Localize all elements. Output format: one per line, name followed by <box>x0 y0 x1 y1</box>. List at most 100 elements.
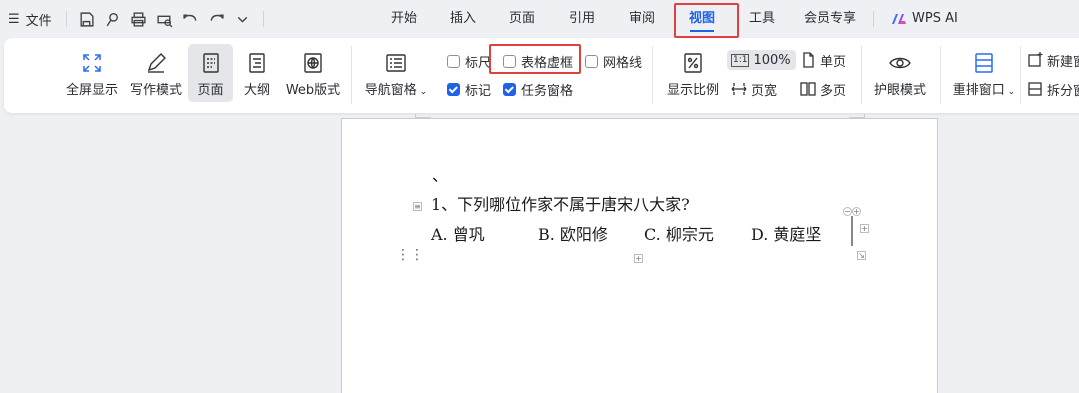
gridlines-checkbox-box <box>585 54 598 68</box>
zoom-100-label: 100% <box>753 52 791 68</box>
page-width-button[interactable]: 页宽 <box>731 79 777 99</box>
outline-button[interactable]: 大纲 <box>238 44 276 102</box>
tab-tools[interactable]: 工具 <box>749 10 775 28</box>
divider <box>652 46 653 104</box>
table-resize-icon[interactable]: ↘ <box>857 251 866 260</box>
one-to-one-icon: 1:1 <box>731 53 750 67</box>
outline-icon <box>245 50 269 76</box>
file-menu[interactable]: ☰ 文件 <box>8 9 52 29</box>
page-corner-mark <box>415 114 431 118</box>
multi-page-icon <box>800 82 816 96</box>
chevron-down-icon[interactable] <box>232 9 252 29</box>
question-text: 1、下列哪位作家不属于唐宋八大家? <box>431 195 690 214</box>
page-width-label: 页宽 <box>751 83 778 99</box>
new-window-button[interactable]: 新建窗 <box>1027 50 1079 70</box>
zoom-label: 显示比例 <box>666 83 719 98</box>
nav-pane-icon <box>384 50 408 76</box>
file-menu-label: 文件 <box>25 13 52 29</box>
page-view-button[interactable]: 页面 <box>188 44 233 102</box>
new-window-label: 新建窗 <box>1047 54 1079 70</box>
tab-home[interactable]: 开始 <box>391 10 417 28</box>
redo-icon[interactable] <box>206 9 226 29</box>
eye-icon <box>888 50 912 76</box>
ruler-checkbox[interactable]: 标尺 <box>447 52 492 71</box>
wps-ai-label: WPS AI <box>912 11 958 26</box>
multi-page-label: 多页 <box>820 83 847 99</box>
multi-page-button[interactable]: 多页 <box>800 79 846 99</box>
wps-ai-icon <box>892 14 906 24</box>
task-pane-checkbox[interactable]: 任务窗格 <box>503 80 574 99</box>
rearrange-window-button[interactable]: 重排窗口 ⌄ <box>948 44 1020 102</box>
divider <box>66 11 67 27</box>
drag-handle-icon[interactable]: ⋮⋮ <box>396 248 424 270</box>
save-icon[interactable] <box>76 9 96 29</box>
option-b: B. 欧阳修 <box>538 225 608 244</box>
highlight-box-view-tab <box>674 3 739 38</box>
marks-label: 标记 <box>465 83 492 99</box>
option-a: A. 曾巩 <box>431 225 485 244</box>
add-column-right-icon[interactable]: + <box>860 224 869 233</box>
divider <box>940 46 941 104</box>
zoom-100-button[interactable]: 1:1 100% <box>727 50 796 70</box>
table-select-handle[interactable]: ≡ <box>413 202 422 211</box>
page-corner-mark <box>849 114 865 118</box>
tab-insert[interactable]: 插入 <box>450 10 476 28</box>
zoom-button[interactable]: 显示比例 <box>662 44 724 102</box>
page-width-icon <box>731 83 747 95</box>
remove-column-icon[interactable]: − <box>843 207 852 216</box>
divider <box>873 11 874 27</box>
split-window-icon <box>1028 82 1042 96</box>
divider <box>351 46 352 104</box>
writing-mode-label: 写作模式 <box>129 83 182 98</box>
tab-review[interactable]: 审阅 <box>629 10 655 28</box>
new-window-icon <box>1028 52 1043 67</box>
hamburger-icon: ☰ <box>8 11 20 27</box>
stray-punctuation: 、 <box>432 166 449 185</box>
rearrange-window-label: 重排窗口 ⌄ <box>952 83 1016 98</box>
gridlines-label: 网格线 <box>603 55 643 71</box>
divider <box>1020 46 1021 104</box>
print-preview-icon[interactable] <box>154 9 174 29</box>
add-row-icon[interactable]: + <box>634 254 643 263</box>
column-resize-handle[interactable] <box>851 216 853 246</box>
marks-checkbox[interactable]: 标记 <box>447 80 492 99</box>
split-window-button[interactable]: 拆分窗 <box>1027 79 1079 99</box>
divider <box>861 46 862 104</box>
highlight-box-table-gridlines <box>489 44 581 74</box>
task-pane-checkbox-box <box>503 82 516 96</box>
tab-references[interactable]: 引用 <box>569 10 595 28</box>
output-pdf-icon[interactable] <box>102 9 122 29</box>
single-page-icon <box>803 52 814 68</box>
nav-pane-button[interactable]: 导航窗格 ⌄ <box>360 44 432 102</box>
menu-bar: ☰ 文件 开始 插入 页面 引用 审阅 视图 工具 会员专享 WPS AI <box>0 0 1079 38</box>
web-layout-button[interactable]: Web版式 <box>282 44 344 102</box>
fullscreen-icon <box>80 50 104 76</box>
outline-label: 大纲 <box>243 83 270 98</box>
tab-wps-ai[interactable]: WPS AI <box>891 10 958 28</box>
option-c: C. 柳宗元 <box>644 225 714 244</box>
undo-icon[interactable] <box>180 9 200 29</box>
marks-checkbox-box <box>447 82 460 96</box>
single-page-button[interactable]: 单页 <box>800 50 846 70</box>
rearrange-window-icon <box>972 50 996 76</box>
nav-pane-label: 导航窗格 ⌄ <box>364 83 428 98</box>
single-page-label: 单页 <box>820 54 847 70</box>
option-d: D. 黄庭坚 <box>751 225 822 244</box>
eye-protect-button[interactable]: 护眼模式 <box>869 44 931 102</box>
tab-layout[interactable]: 页面 <box>509 10 535 28</box>
split-window-label: 拆分窗 <box>1047 83 1079 99</box>
print-icon[interactable] <box>128 9 148 29</box>
task-pane-label: 任务窗格 <box>521 83 574 99</box>
percent-icon <box>681 50 705 76</box>
pen-icon <box>144 50 168 76</box>
web-layout-label: Web版式 <box>285 83 341 98</box>
fullscreen-button[interactable]: 全屏显示 <box>62 44 122 102</box>
globe-icon <box>301 50 325 76</box>
divider <box>263 11 264 27</box>
tab-member[interactable]: 会员专享 <box>804 10 856 28</box>
writing-mode-button[interactable]: 写作模式 <box>126 44 186 102</box>
ruler-label: 标尺 <box>465 55 492 71</box>
add-column-icon[interactable]: + <box>852 207 861 216</box>
ruler-checkbox-box <box>447 54 460 68</box>
gridlines-checkbox[interactable]: 网格线 <box>585 52 643 71</box>
